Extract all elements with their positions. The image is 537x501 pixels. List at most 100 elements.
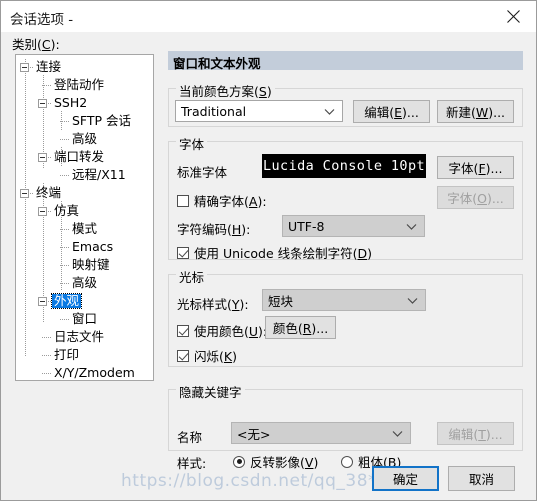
tree-item-label: 终端	[36, 185, 62, 200]
keyword-style-invert-radio[interactable]: 反转影像(V)	[233, 452, 318, 471]
tree-item-2[interactable]: SSH2	[52, 95, 89, 111]
category-tree[interactable]: 连接 登陆动作 SSH2 SFTP 会话 高级 端口转发 远程/X11 终端 仿真 模式 Emacs…	[15, 54, 154, 381]
checkbox-box	[177, 349, 189, 362]
tree-line	[60, 139, 70, 140]
new-scheme-label: 新建(W)...	[445, 105, 506, 120]
checkbox-box	[177, 194, 189, 207]
window-title: 会话选项 -	[10, 12, 74, 28]
ok-button[interactable]: 确定	[372, 466, 439, 491]
tree-item-4[interactable]: 高级	[70, 131, 99, 147]
keyword-name-label: 名称	[177, 430, 203, 445]
choose-font-button[interactable]: 字体(F)...	[437, 156, 514, 179]
tree-line	[42, 85, 52, 86]
tree-item-1[interactable]: 登陆动作	[52, 77, 106, 93]
standard-font-label: 标准字体	[177, 165, 228, 180]
cancel-button[interactable]: 取消	[448, 466, 515, 491]
tree-item-9[interactable]: 模式	[70, 221, 99, 237]
close-icon[interactable]	[490, 1, 536, 31]
tree-line	[60, 175, 70, 176]
keyword-name-select[interactable]: <无>	[231, 422, 411, 444]
tree-line	[42, 373, 52, 374]
tree-item-8[interactable]: 仿真	[52, 203, 81, 219]
tree-line	[61, 273, 62, 291]
tree-item-label: 日志文件	[54, 329, 105, 344]
exact-font-button-label: 字体(O)...	[447, 191, 504, 206]
edit-scheme-label: 编辑(E)...	[364, 105, 419, 120]
tree-item-11[interactable]: 映射键	[70, 257, 112, 273]
exact-font-checkbox[interactable]: 精确字体(A):	[177, 191, 267, 210]
chevron-down-icon	[324, 104, 335, 119]
use-cursor-color-checkbox[interactable]: 使用颜色(U):	[177, 321, 267, 340]
tree-item-17[interactable]: X/Y/Zmodem	[52, 365, 137, 380]
font-group-title: 字体	[176, 134, 208, 153]
tree-item-label: 登陆动作	[54, 77, 105, 92]
tree-item-16[interactable]: 打印	[52, 347, 81, 363]
tree-item-13[interactable]: 外观	[50, 293, 83, 309]
unicode-line-drawing-label: 使用 Unicode 线条绘制字符(D)	[194, 246, 373, 261]
cursor-blink-checkbox[interactable]: 闪烁(K)	[177, 346, 237, 365]
tree-item-6[interactable]: 远程/X11	[70, 167, 128, 183]
tree-item-5[interactable]: 端口转发	[52, 149, 106, 165]
category-label: 类别(C):	[12, 37, 60, 52]
radio-box	[233, 455, 245, 468]
tree-line	[60, 121, 70, 122]
tree-expander-icon[interactable]	[38, 99, 47, 108]
tree-item-14[interactable]: 窗口	[70, 311, 99, 327]
unicode-line-drawing-checkbox[interactable]: 使用 Unicode 线条绘制字符(D)	[177, 243, 372, 262]
tree-item-label: 远程/X11	[72, 167, 126, 182]
charset-value: UTF-8	[288, 218, 325, 234]
tree-item-label: 高级	[72, 131, 98, 146]
keyword-style-invert-label: 反转影像(V)	[250, 455, 319, 470]
chevron-down-icon	[407, 293, 418, 308]
new-scheme-button[interactable]: 新建(W)...	[437, 100, 514, 123]
keyword-edit-button: 编辑(T)...	[437, 422, 514, 445]
charset-label: 字符编码(H):	[177, 222, 251, 237]
panel-header-text: 窗口和文本外观	[173, 56, 261, 71]
ok-button-label: 确定	[392, 472, 418, 487]
tree-item-label: 高级	[72, 275, 98, 290]
tree-item-3[interactable]: SFTP 会话	[70, 113, 133, 129]
standard-font-value: Lucida Console 10pt	[262, 158, 426, 174]
color-scheme-group-title: 当前颜色方案(S)	[176, 81, 275, 100]
tree-item-12[interactable]: 高级	[70, 275, 99, 291]
radio-box	[341, 455, 353, 468]
tree-item-label: 外观	[50, 293, 83, 309]
keyword-style-label: 样式:	[177, 456, 207, 471]
cursor-color-button[interactable]: 颜色(R)...	[265, 316, 336, 339]
tree-expander-icon[interactable]	[38, 297, 47, 306]
tree-item-label: SSH2	[54, 95, 88, 110]
tree-item-label: 连接	[36, 59, 62, 74]
tree-item-label: 仿真	[54, 203, 80, 218]
tree-item-15[interactable]: 日志文件	[52, 329, 106, 345]
keyword-edit-label: 编辑(T)...	[448, 427, 503, 442]
tree-expander-icon[interactable]	[38, 153, 47, 162]
standard-font-preview: Lucida Console 10pt	[262, 154, 426, 178]
cursor-style-select[interactable]: 短块	[262, 289, 426, 311]
tree-item-7[interactable]: 终端	[34, 185, 63, 201]
tree-item-label: 映射键	[72, 257, 110, 272]
tree-expander-icon[interactable]	[38, 207, 47, 216]
exact-font-button: 字体(O)...	[437, 186, 514, 209]
use-cursor-color-label: 使用颜色(U):	[194, 324, 268, 339]
tree-item-0[interactable]: 连接	[34, 59, 63, 75]
chevron-down-icon	[392, 426, 403, 441]
edit-scheme-button[interactable]: 编辑(E)...	[353, 100, 430, 123]
exact-font-label: 精确字体(A):	[194, 194, 267, 209]
session-options-dialog: 会话选项 - 类别(C): 连接 登陆动作 SSH2 SFTP 会话 高级 端口转发 远程/…	[0, 0, 537, 501]
tree-line	[25, 271, 26, 357]
tree-line	[25, 59, 26, 271]
tree-expander-icon[interactable]	[20, 63, 29, 72]
tree-line	[60, 247, 70, 248]
charset-select[interactable]: UTF-8	[282, 215, 425, 237]
cancel-button-label: 取消	[468, 472, 494, 487]
tree-item-10[interactable]: Emacs	[70, 239, 115, 255]
tree-expander-icon[interactable]	[20, 189, 29, 198]
cursor-style-value: 短块	[268, 293, 294, 309]
cursor-group-title: 光标	[176, 267, 208, 286]
cursor-style-label: 光标样式(Y):	[177, 297, 249, 312]
cursor-blink-label: 闪烁(K)	[194, 349, 237, 364]
tree-item-label: 模式	[72, 221, 98, 236]
tree-line	[42, 337, 52, 338]
choose-font-label: 字体(F)...	[448, 161, 503, 176]
color-scheme-select[interactable]: Traditional	[175, 100, 343, 122]
